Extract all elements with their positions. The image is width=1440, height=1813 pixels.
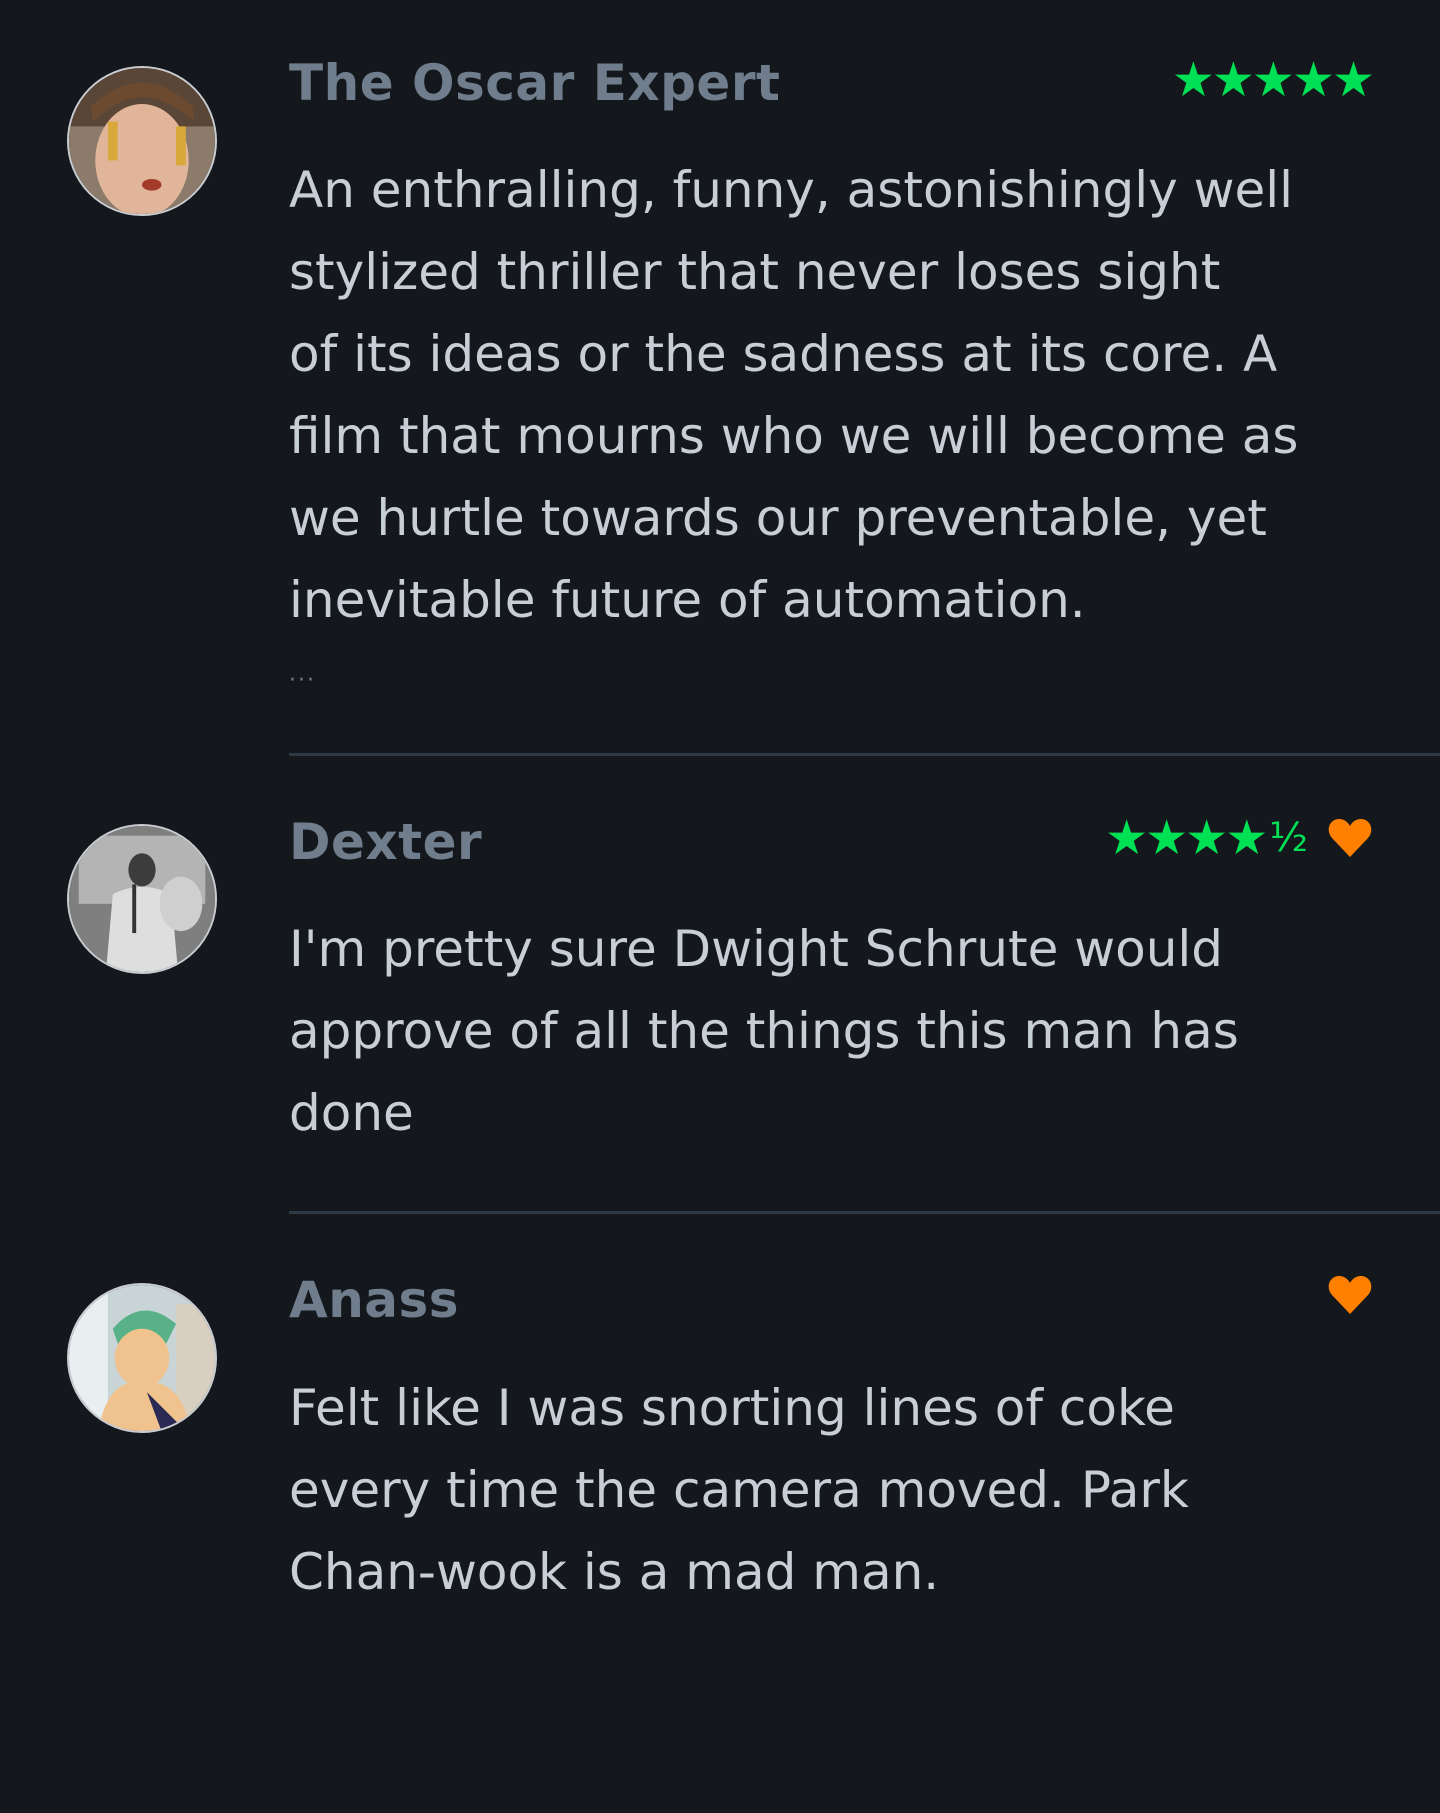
avatar-photo: [69, 1285, 215, 1431]
avatar[interactable]: [67, 66, 217, 216]
review-text-line: inevitable future of automation.: [289, 571, 1086, 629]
review-author[interactable]: The Oscar Expert: [289, 58, 780, 108]
review-text-line: Chan-wook is a mad man.: [289, 1543, 940, 1601]
review-text: I'm pretty sure Dwight Schrute would app…: [289, 908, 1389, 1154]
review-meta: ★★★★★: [1171, 50, 1375, 110]
heart-icon: [1328, 819, 1372, 857]
review-text-line: we hurtle towards our preventable, yet: [289, 489, 1267, 547]
review-text: Felt like I was snorting lines of coke e…: [289, 1367, 1389, 1613]
rating-stars: ★★★★★: [1171, 52, 1375, 108]
heart-icon: [1328, 1276, 1372, 1314]
review-text-line: An enthralling, funny, astonishingly wel…: [289, 161, 1294, 219]
review-meta: ★★★★ ½: [1105, 808, 1372, 868]
half-star-icon: ½: [1269, 815, 1308, 861]
review-author[interactable]: Anass: [289, 1275, 459, 1325]
divider: [289, 1211, 1440, 1214]
review-text-line: done: [289, 1084, 414, 1142]
divider: [289, 753, 1440, 756]
avatar-photo: [69, 68, 215, 214]
review-text-line: stylized thriller that never loses sight: [289, 243, 1221, 301]
review-text-line: every time the camera moved. Park: [289, 1461, 1189, 1519]
review-author[interactable]: Dexter: [289, 817, 482, 867]
review-text-line: film that mourns who we will become as: [289, 407, 1299, 465]
review-meta: [1308, 1265, 1372, 1325]
review-text-line: approve of all the things this man has: [289, 1002, 1239, 1060]
reviews-list: The Oscar Expert ★★★★★ An enthralling, f…: [0, 0, 1440, 1813]
avatar[interactable]: [67, 1283, 217, 1433]
review-text-line: I'm pretty sure Dwight Schrute would: [289, 920, 1224, 978]
review-text: An enthralling, funny, astonishingly wel…: [289, 149, 1389, 641]
review-text-line: Felt like I was snorting lines of coke: [289, 1379, 1175, 1437]
avatar[interactable]: [67, 824, 217, 974]
more-ellipsis[interactable]: ···: [289, 668, 316, 693]
rating-stars: ★★★★: [1105, 810, 1268, 866]
review-text-line: of its ideas or the sadness at its core.…: [289, 325, 1278, 383]
avatar-photo: [69, 826, 215, 972]
